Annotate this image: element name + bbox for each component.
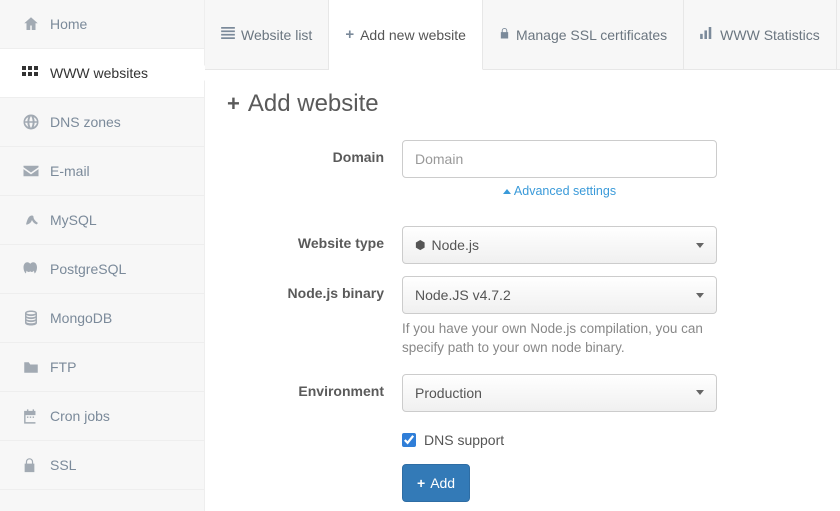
sidebar-item-home[interactable]: Home [0,0,204,49]
sidebar-item-label: MongoDB [50,310,112,326]
folder-icon [22,360,50,375]
mysql-icon [22,211,50,229]
sidebar-item-email[interactable]: E-mail [0,147,204,196]
tab-www-stats[interactable]: WWW Statistics [684,0,837,69]
domain-input[interactable] [402,140,717,178]
website-type-label: Website type [227,226,402,251]
list-icon [221,27,235,42]
node-binary-help: If you have your own Node.js compilation… [402,320,717,358]
home-icon [22,15,50,33]
tab-add-website[interactable]: + Add new website [329,0,483,70]
lock-icon [499,27,510,43]
node-binary-select[interactable]: Node.JS v4.7.2 [402,276,717,314]
website-type-value: Node.js [431,237,478,253]
environment-value: Production [415,385,482,401]
postgresql-icon [22,260,50,278]
plus-icon: + [227,91,240,117]
tab-label: WWW Statistics [720,27,820,43]
environment-select[interactable]: Production [402,374,717,412]
website-type-select[interactable]: ⬢ Node.js [402,226,717,264]
grid-icon [22,66,50,80]
dns-support-label: DNS support [424,432,504,448]
add-button[interactable]: + Add [402,464,470,502]
globe-icon [22,113,50,131]
sidebar-item-label: Cron jobs [50,408,110,424]
sidebar-item-label: DNS zones [50,114,121,130]
sidebar-item-dns[interactable]: DNS zones [0,98,204,147]
sidebar-item-label: PostgreSQL [50,261,126,277]
tab-label: Website list [241,27,312,43]
content: + Add website Domain Advanced settings W… [205,70,840,511]
plus-icon: + [345,26,354,43]
page-title: + Add website [227,90,818,118]
node-binary-label: Node.js binary [227,276,402,301]
sidebar-item-label: WWW websites [50,65,148,81]
envelope-icon [22,164,50,178]
environment-label: Environment [227,374,402,399]
add-button-label: Add [430,475,455,491]
sidebar-item-postgresql[interactable]: PostgreSQL [0,245,204,294]
domain-label: Domain [227,140,402,165]
tab-manage-ssl[interactable]: Manage SSL certificates [483,0,684,69]
sidebar-item-ssl[interactable]: SSL [0,441,204,490]
advanced-settings-link[interactable]: Advanced settings [402,184,717,198]
sidebar-item-label: SSL [50,457,76,473]
advanced-settings-text: Advanced settings [514,184,616,198]
plus-icon: + [417,475,425,491]
sidebar-item-www[interactable]: WWW websites [0,49,204,98]
tab-label: Add new website [360,27,466,43]
sidebar-item-mysql[interactable]: MySQL [0,196,204,245]
nodejs-icon: ⬢ [415,238,425,252]
lock-icon [22,457,50,474]
caret-up-icon [503,189,511,194]
sidebar-item-ftp[interactable]: FTP [0,343,204,392]
sidebar-item-label: FTP [50,359,76,375]
dns-support-checkbox[interactable]: DNS support [402,432,717,448]
caret-down-icon [696,243,704,248]
node-binary-value: Node.JS v4.7.2 [415,287,511,303]
sidebar: Home WWW websites DNS zones E-mail [0,0,205,511]
database-icon [22,309,50,327]
page-title-text: Add website [248,90,379,118]
caret-down-icon [696,293,704,298]
dns-support-input[interactable] [402,433,416,447]
tab-label: Manage SSL certificates [516,27,667,43]
tabs: Website list + Add new website Manage SS… [205,0,840,70]
sidebar-item-label: E-mail [50,163,90,179]
chart-icon [700,27,714,42]
caret-down-icon [696,390,704,395]
tab-website-list[interactable]: Website list [205,0,329,69]
sidebar-item-label: Home [50,16,87,32]
sidebar-item-label: MySQL [50,212,97,228]
sidebar-item-cron[interactable]: Cron jobs [0,392,204,441]
calendar-icon [22,408,50,425]
sidebar-item-mongodb[interactable]: MongoDB [0,294,204,343]
main-panel: Website list + Add new website Manage SS… [205,0,840,511]
